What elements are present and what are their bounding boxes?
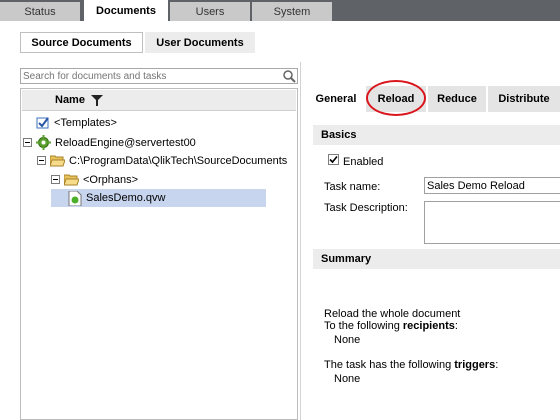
gear-icon	[36, 135, 51, 150]
highlight-annotation	[366, 80, 426, 116]
tab-status[interactable]: Status	[0, 2, 80, 21]
summary-reload-text: Reload the whole document	[324, 308, 461, 320]
subtab-source-documents[interactable]: Source Documents	[20, 32, 143, 53]
folder-open-icon	[50, 155, 65, 166]
summary-recipients-line: To the following recipients:	[324, 320, 458, 332]
tree-item-source-folder[interactable]: C:\ProgramData\QlikTech\SourceDocuments	[37, 152, 287, 169]
tab-distribute[interactable]: Distribute	[488, 86, 560, 112]
checkmark-icon	[329, 155, 338, 164]
folder-open-icon	[64, 174, 79, 185]
tree-item-salesdemo-selected[interactable]: SalesDemo.qvw	[51, 189, 266, 207]
tree-item-reload-engine[interactable]: ReloadEngine@servertest00	[23, 134, 196, 151]
filter-icon[interactable]	[91, 95, 103, 106]
basics-section-header: Basics	[313, 125, 560, 145]
qvw-document-icon	[68, 190, 82, 206]
collapse-toggle-icon[interactable]	[37, 156, 46, 165]
name-column-label: Name	[55, 94, 85, 106]
triggers-suffix: :	[495, 359, 499, 371]
enabled-checkbox[interactable]	[328, 154, 339, 165]
tree-item-orphans[interactable]: <Orphans>	[51, 171, 138, 188]
tab-reduce[interactable]: Reduce	[428, 86, 486, 112]
tab-general[interactable]: General	[308, 86, 364, 112]
collapse-toggle-icon[interactable]	[23, 138, 32, 147]
enabled-label: Enabled	[343, 156, 384, 168]
recipients-keyword: recipients	[402, 320, 455, 332]
tab-system[interactable]: System	[252, 2, 332, 21]
templates-icon	[36, 117, 49, 129]
tree-item-label: <Templates>	[54, 116, 117, 129]
triggers-value: None	[334, 373, 361, 385]
recipients-suffix: :	[454, 320, 458, 332]
tree-item-label: ReloadEngine@servertest00	[55, 136, 196, 149]
triggers-prefix: The task has the following	[324, 359, 455, 371]
summary-section-header: Summary	[313, 249, 560, 269]
tree-column-header[interactable]: Name	[22, 90, 296, 111]
summary-triggers-line: The task has the following triggers:	[324, 359, 498, 371]
task-name-input[interactable]	[424, 177, 560, 194]
subtab-user-documents[interactable]: User Documents	[145, 32, 255, 53]
search-input[interactable]	[20, 68, 298, 84]
tab-users[interactable]: Users	[170, 2, 250, 21]
tab-documents[interactable]: Documents	[84, 0, 168, 22]
tree-item-label: <Orphans>	[83, 173, 139, 186]
tree-item-label: SalesDemo.qvw	[86, 192, 166, 204]
tree-item-label: C:\ProgramData\QlikTech\SourceDocuments	[69, 154, 288, 167]
collapse-toggle-icon[interactable]	[51, 175, 60, 184]
triggers-keyword: triggers	[454, 359, 496, 371]
task-description-label: Task Description:	[324, 202, 408, 214]
tree-item-templates[interactable]: <Templates>	[36, 114, 117, 131]
recipients-prefix: To the following	[324, 320, 403, 332]
task-description-textarea[interactable]	[424, 201, 560, 244]
search-icon[interactable]	[282, 69, 296, 83]
recipients-value: None	[334, 334, 361, 346]
task-name-label: Task name:	[324, 181, 381, 193]
